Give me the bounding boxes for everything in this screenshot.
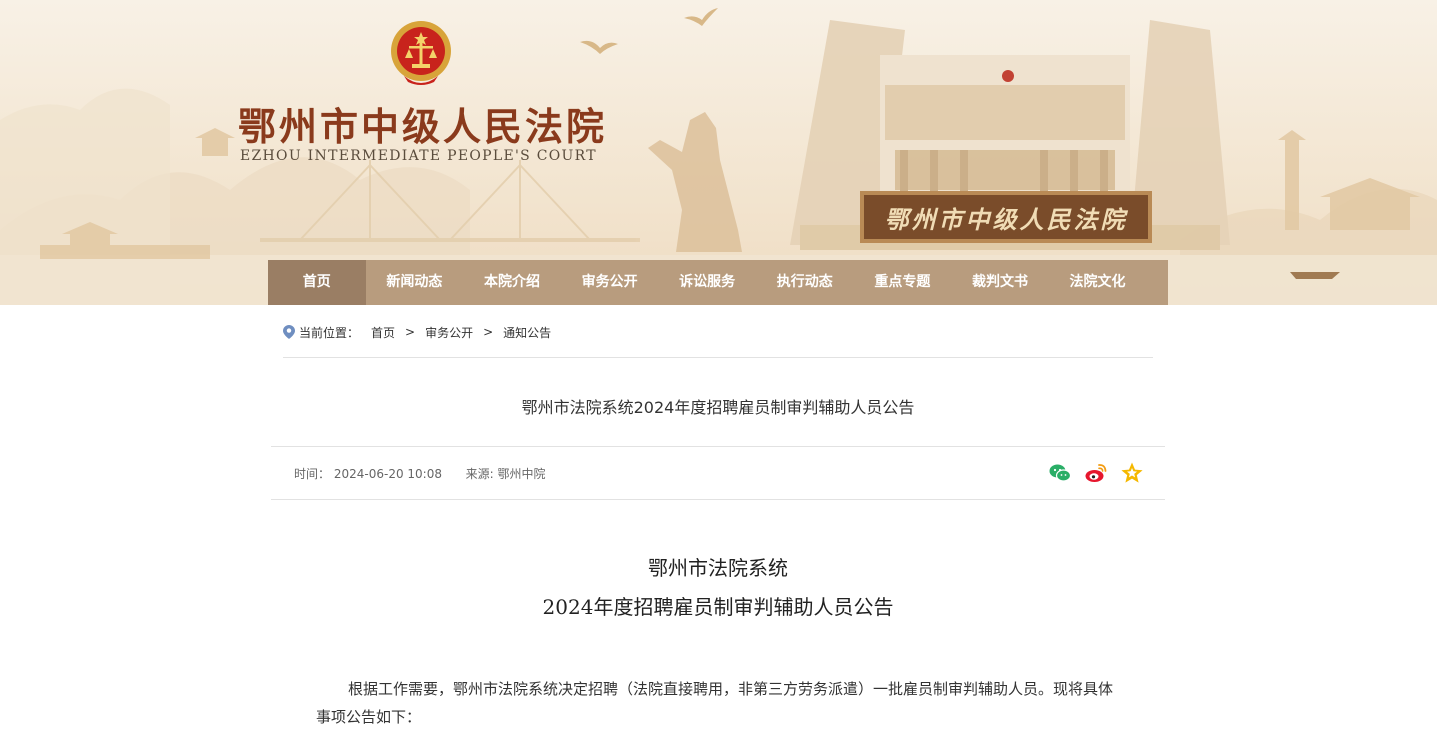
court-emblem-icon [391, 21, 451, 85]
breadcrumb-separator: > [483, 325, 494, 339]
nav-item-news[interactable]: 新闻动态 [366, 260, 464, 305]
main-nav: 首页 新闻动态 本院介绍 审务公开 诉讼服务 执行动态 重点专题 裁判文书 法院… [268, 260, 1168, 305]
share-bar [1048, 461, 1156, 485]
location-pin-icon [283, 325, 295, 339]
breadcrumb-notices-link[interactable]: 通知公告 [503, 324, 551, 341]
source-label: 来源: [465, 467, 494, 481]
article-source: 鄂州中院 [497, 467, 546, 481]
breadcrumb-label: 当前位置： [299, 325, 360, 340]
breadcrumb-home-link[interactable]: 首页 [371, 324, 395, 341]
site-title: 鄂州市中级人民法院 [238, 104, 608, 149]
plaque-text: 鄂州市中级人民法院 [884, 204, 1128, 234]
breadcrumb-separator: > [405, 325, 416, 339]
nav-item-litigation-services[interactable]: 诉讼服务 [658, 260, 756, 305]
body-title-line-2: 2024年度招聘雇员制审判辅助人员公告 [542, 595, 894, 619]
nav-item-about[interactable]: 本院介绍 [463, 260, 561, 305]
nav-item-court-culture[interactable]: 法院文化 [1049, 260, 1147, 305]
body-title-line-1: 鄂州市法院系统 [648, 556, 788, 580]
article-meta: 时间： 2024-06-20 10:08 来源: 鄂州中院 [294, 465, 546, 482]
meta-divider-bottom [271, 499, 1165, 500]
article-paragraph: 根据工作需要，鄂州市法院系统决定招聘（法院直接聘用，非第三方劳务派遣）一批雇员制… [316, 680, 1114, 726]
nav-item-judgments[interactable]: 裁判文书 [951, 260, 1049, 305]
nav-item-home[interactable]: 首页 [268, 260, 366, 305]
building-plaque: 鄂州市中级人民法院 [860, 191, 1152, 243]
breadcrumb-divider [283, 357, 1153, 358]
wechat-icon[interactable] [1048, 461, 1072, 485]
nav-item-enforcement[interactable]: 执行动态 [756, 260, 854, 305]
breadcrumb: 当前位置： 首页 > 审务公开 > 通知公告 [283, 322, 551, 342]
publish-time: 2024-06-20 10:08 [333, 467, 442, 481]
site-subtitle: EZHOU INTERMEDIATE PEOPLE'S COURT [240, 148, 597, 164]
favorite-star-icon[interactable] [1120, 461, 1144, 485]
article-title: 鄂州市法院系统2024年度招聘雇员制审判辅助人员公告 [521, 398, 915, 417]
weibo-icon[interactable] [1084, 461, 1108, 485]
nav-item-special-topics[interactable]: 重点专题 [854, 260, 952, 305]
time-label: 时间： [294, 467, 331, 481]
nav-item-court-affairs[interactable]: 审务公开 [561, 260, 659, 305]
meta-divider-top [271, 446, 1165, 447]
breadcrumb-court-affairs-link[interactable]: 审务公开 [425, 324, 473, 341]
